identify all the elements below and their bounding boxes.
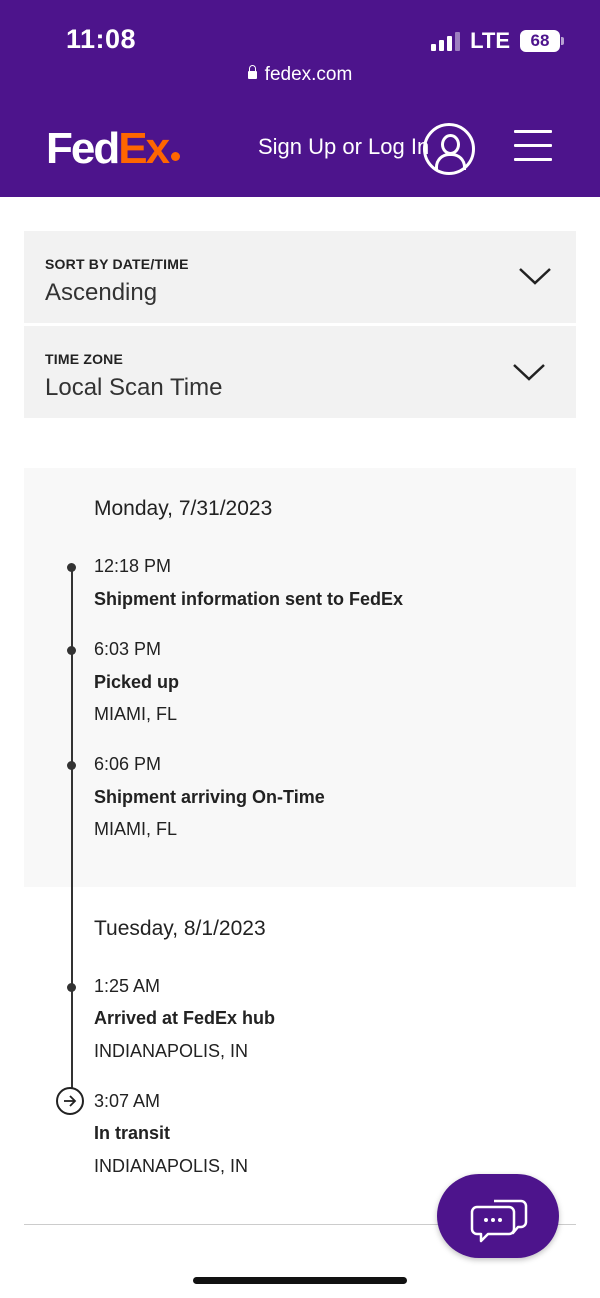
top-header: 11:08 LTE 68 fedex.com FedEx Sign Up or … — [0, 0, 600, 197]
fedex-logo[interactable]: FedEx — [46, 124, 181, 174]
timeline-dot — [67, 761, 76, 770]
event-location: INDIANAPOLIS, IN — [94, 1156, 249, 1176]
hamburger-menu-icon[interactable] — [514, 130, 552, 172]
status-time: 11:08 — [66, 24, 137, 54]
timezone-label: TIME ZONE — [45, 351, 124, 367]
event-time: 3:07 AM — [94, 1091, 161, 1111]
logo-fed: Fed — [46, 124, 120, 173]
battery-icon: 68 — [520, 30, 564, 52]
event-time: 12:18 PM — [94, 556, 172, 576]
sort-label: SORT BY DATE/TIME — [45, 256, 189, 272]
event-location: INDIANAPOLIS, IN — [94, 1041, 249, 1061]
url-bar[interactable]: fedex.com — [0, 64, 600, 86]
chevron-down-icon — [519, 268, 551, 285]
event-status: In transit — [94, 1123, 171, 1143]
status-indicators: LTE 68 — [431, 28, 564, 54]
event-status: Arrived at FedEx hub — [94, 1008, 276, 1028]
registered-mark-icon — [171, 152, 181, 161]
day-date: Monday, 7/31/2023 — [94, 497, 273, 520]
chevron-down-icon — [513, 364, 545, 381]
event-time: 1:25 AM — [94, 976, 161, 996]
timeline-dot — [67, 983, 76, 992]
signal-icon — [431, 31, 461, 51]
chat-icon — [470, 1199, 528, 1243]
event-status: Shipment arriving On-Time — [94, 787, 325, 807]
logo-ex: Ex — [118, 124, 170, 173]
arrow-right-circle-icon — [56, 1087, 84, 1115]
chat-button[interactable] — [437, 1174, 559, 1258]
timezone-select[interactable]: TIME ZONE Local Scan Time — [24, 326, 576, 418]
signin-link[interactable]: Sign Up or Log In — [258, 134, 429, 160]
event-status: Shipment information sent to FedEx — [94, 589, 404, 609]
network-type: LTE — [470, 28, 510, 53]
event-location: MIAMI, FL — [94, 819, 178, 839]
timeline-dot — [67, 646, 76, 655]
timezone-value: Local Scan Time — [45, 374, 223, 401]
sort-value: Ascending — [45, 279, 158, 306]
sort-select[interactable]: SORT BY DATE/TIME Ascending — [24, 231, 576, 323]
event-time: 6:06 PM — [94, 754, 162, 774]
event-status: Picked up — [94, 672, 180, 692]
event-location: MIAMI, FL — [94, 704, 178, 724]
account-icon[interactable] — [423, 123, 475, 175]
home-indicator — [193, 1277, 407, 1284]
url-text: fedex.com — [264, 64, 353, 85]
day-date: Tuesday, 8/1/2023 — [94, 917, 266, 940]
lock-icon — [247, 65, 257, 79]
timeline-dot — [67, 563, 76, 572]
event-time: 6:03 PM — [94, 639, 162, 659]
